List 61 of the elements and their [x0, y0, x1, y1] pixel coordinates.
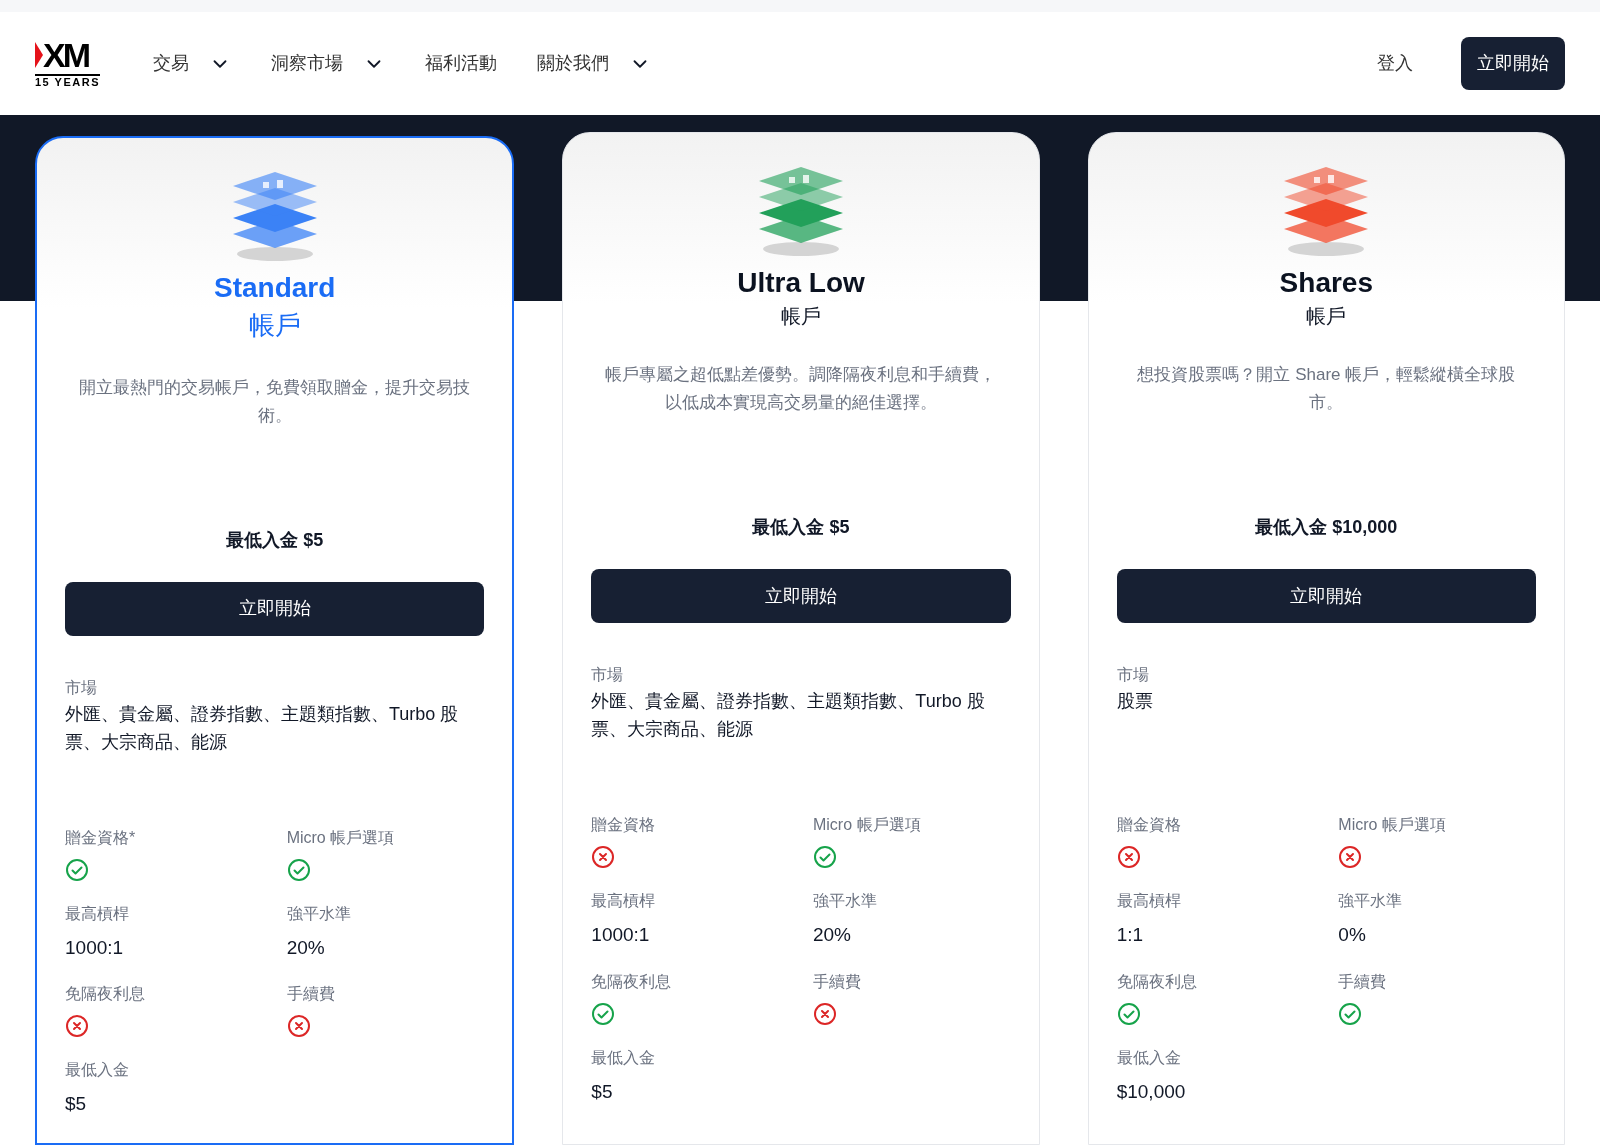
- nav-menu-item[interactable]: 交易: [153, 50, 231, 77]
- account-subtitle: 帳戶: [780, 304, 822, 329]
- feature-value: 20%: [286, 935, 326, 960]
- account-description: 帳戶專屬之超低點差優勢。調降隔夜利息和手續費，以低成本實現高交易量的絕佳選擇。: [604, 364, 998, 414]
- account-name: Ultra Low: [736, 266, 866, 300]
- feature-label: 最低入金: [65, 1060, 130, 1080]
- logo-tagline: 15 YEARS: [35, 73, 100, 90]
- feature-label: 手續費: [1338, 971, 1388, 992]
- markets-label: 市場: [591, 665, 625, 685]
- logo-triangle-icon: [35, 41, 43, 68]
- minimum-deposit: 最低入金 $10,000: [1254, 516, 1399, 539]
- feature-label: 免隔夜利息: [591, 971, 673, 992]
- feature-value: 1000:1: [65, 935, 125, 960]
- markets-label: 市場: [65, 677, 98, 698]
- start-button[interactable]: 立即開始: [1116, 569, 1536, 623]
- markets-list: 股票: [1116, 687, 1536, 715]
- feature-label: 強平水準: [1338, 891, 1404, 911]
- markets-label: 市場: [1116, 665, 1150, 685]
- nav-menu-item[interactable]: 關於我們: [537, 50, 651, 77]
- account-name: Shares: [1278, 266, 1374, 300]
- feature-label: 贈金資格: [591, 815, 657, 835]
- login-link[interactable]: 登入: [1377, 50, 1413, 77]
- feature-label: 強平水準: [286, 903, 352, 924]
- logo[interactable]: XM 15 YEARS: [35, 37, 105, 90]
- account-name: Standard: [213, 271, 337, 305]
- account-subtitle: 帳戶: [1305, 304, 1348, 329]
- feature-label: 最低入金: [1116, 1047, 1182, 1068]
- start-button[interactable]: 立即開始: [591, 569, 1011, 623]
- feature-value: 20%: [813, 923, 852, 947]
- minimum-deposit: 最低入金 $5: [225, 528, 325, 552]
- markets-list: 外匯、貴金屬、證券指數、主題類指數、Turbo 股票、大宗商品、能源: [591, 687, 1011, 743]
- markets-list: 外匯、貴金屬、證券指數、主題類指數、Turbo 股票、大宗商品、能源: [65, 699, 485, 756]
- feature-label: 免隔夜利息: [65, 984, 146, 1004]
- feature-label: 免隔夜利息: [1116, 971, 1198, 992]
- feature-label: 手續費: [813, 971, 862, 992]
- feature-label: 最高槓桿: [65, 903, 130, 924]
- feature-value: 1:1: [1116, 923, 1145, 947]
- nav-menu-item[interactable]: 福利活動: [425, 50, 497, 77]
- feature-label: Micro 帳戶選項: [813, 815, 922, 835]
- nav-menu-item[interactable]: 洞察市場: [271, 50, 385, 77]
- logo-text: XM: [43, 37, 88, 72]
- feature-label: 手續費: [286, 984, 336, 1004]
- start-button[interactable]: 立即開始: [65, 581, 485, 636]
- feature-label: 強平水準: [813, 891, 878, 911]
- account-description: 開立最熱門的交易帳戶，免費領取贈金，提升交易技術。: [78, 376, 472, 427]
- feature-label: 贈金資格: [1116, 815, 1182, 835]
- feature-value: 0%: [1338, 923, 1367, 947]
- minimum-deposit: 最低入金 $5: [751, 516, 851, 539]
- feature-value: $10,000: [1116, 1079, 1187, 1104]
- feature-label: Micro 帳戶選項: [286, 827, 396, 848]
- account-description: 想投資股票嗎？開立 Share 帳戶，輕鬆縱橫全球股市。: [1136, 364, 1517, 414]
- feature-value: 1000:1: [591, 923, 651, 947]
- start-now-button[interactable]: 立即開始: [1461, 37, 1565, 90]
- feature-value: $5: [65, 1092, 88, 1116]
- feature-label: 贈金資格*: [65, 827, 137, 848]
- account-subtitle: 帳戶: [247, 309, 302, 342]
- feature-label: 最高槓桿: [591, 891, 657, 911]
- feature-label: Micro 帳戶選項: [1338, 815, 1447, 835]
- feature-label: 最高槓桿: [1116, 891, 1182, 911]
- feature-label: 最低入金: [591, 1047, 657, 1068]
- feature-value: $5: [591, 1079, 614, 1104]
